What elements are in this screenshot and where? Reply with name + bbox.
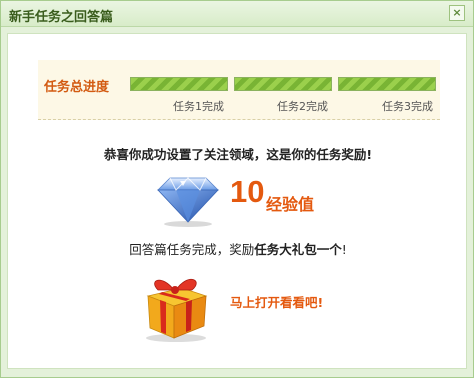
progress-bar-task-3	[338, 77, 436, 91]
progress-panel: 任务总进度 任务1完成 任务2完成 任务3完成	[38, 60, 440, 120]
open-gift-link[interactable]: 马上打开看看吧!	[230, 292, 323, 311]
progress-bar-task-2	[234, 77, 332, 91]
close-icon: ×	[452, 6, 462, 19]
reward-message-suffix: !	[341, 242, 347, 257]
close-button[interactable]: ×	[449, 5, 465, 21]
task-dialog: 新手任务之回答篇 × 任务总进度 任务1完成 任务2完成 任务3完成 恭喜你成功…	[0, 0, 474, 378]
reward-message-highlight: 任务大礼包一个	[254, 242, 342, 257]
titlebar: 新手任务之回答篇 ×	[1, 1, 473, 27]
progress-step-label: 任务2完成	[277, 100, 328, 113]
progress-step-label: 任务3完成	[382, 100, 433, 113]
points-value: 10	[230, 174, 265, 209]
progress-bar-task-1	[130, 77, 228, 91]
points-unit: 经验值	[266, 195, 315, 214]
progress-label: 任务总进度	[44, 80, 110, 95]
progress-step-label: 任务1完成	[173, 100, 224, 113]
reward-message-prefix: 回答篇任务完成，奖励	[129, 242, 255, 257]
dialog-title: 新手任务之回答篇	[9, 10, 114, 25]
gift-icon[interactable]	[134, 266, 216, 344]
dialog-content: 任务总进度 任务1完成 任务2完成 任务3完成 恭喜你成功设置了关注领域，这是你…	[7, 33, 467, 369]
congrats-message: 恭喜你成功设置了关注领域，这是你的任务奖励!	[103, 147, 373, 162]
diamond-icon	[157, 177, 219, 227]
reward-message: 回答篇任务完成，奖励任务大礼包一个!	[8, 239, 468, 258]
